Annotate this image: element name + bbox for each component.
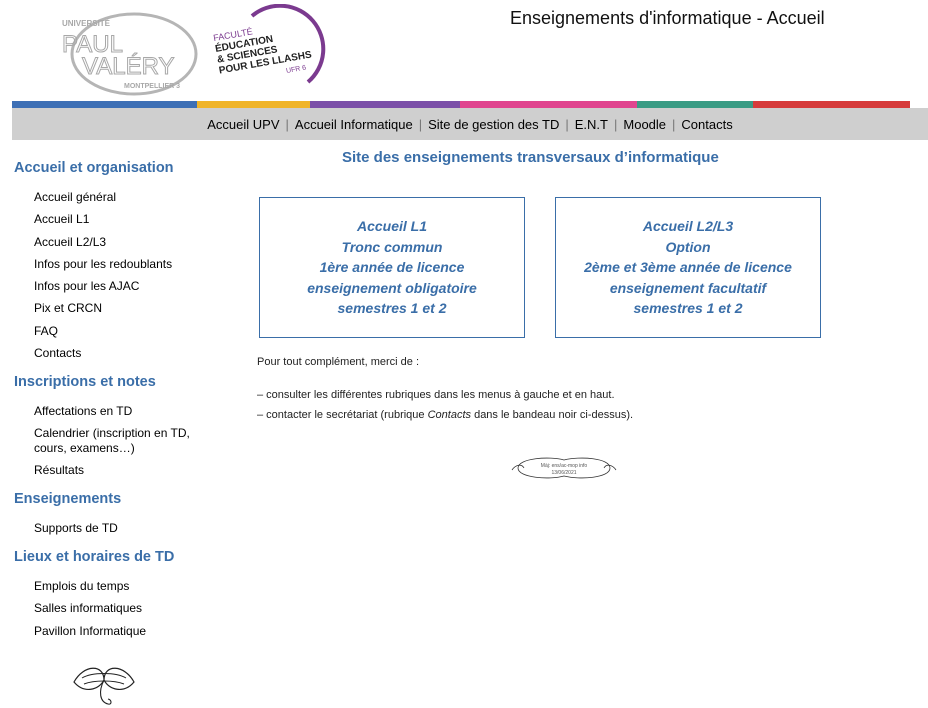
card-accueil-l1[interactable]: Accueil L1 Tronc commun 1ère année de li… [259, 197, 525, 338]
sidebar-item-affectations[interactable]: Affectations en TD [14, 404, 199, 419]
card-line: 2ème et 3ème année de licence [584, 259, 792, 276]
sidebar-item-resultats[interactable]: Résultats [14, 463, 199, 478]
ornament-icon [73, 667, 135, 705]
main-heading: Site des enseignements transversaux d’in… [342, 149, 719, 166]
card-line: semestres 1 et 2 [337, 300, 447, 317]
sidebar-item-ajac[interactable]: Infos pour les AJAC [14, 279, 199, 294]
nav-moodle[interactable]: Moodle [617, 117, 672, 132]
upv-logo: UNIVERSITÉ PAUL VALÉRY MONTPELLIER 3 [62, 12, 198, 96]
faculty-logo: FACULTÉ ÉDUCATION & SCIENCES POUR LES LL… [212, 4, 326, 84]
nav-contacts[interactable]: Contacts [675, 117, 738, 132]
card-line: Tronc commun [341, 238, 443, 255]
color-band-segment [197, 101, 310, 108]
stamp-line1: Màj: ens/ac-mop info [541, 463, 588, 469]
info-line-text: dans le bandeau noir ci-dessus). [471, 409, 634, 421]
top-nav: Accueil UPV | Accueil Informatique | Sit… [12, 108, 928, 140]
card-line: Accueil L1 [356, 218, 428, 235]
upv-logo-line3: VALÉRY [82, 53, 175, 80]
intro-text: Pour tout complément, merci de : [257, 356, 420, 368]
upv-logo-line1: UNIVERSITÉ [62, 19, 111, 28]
card-line: enseignement facultatif [609, 279, 767, 296]
sidebar-list: Affectations en TD Calendrier (inscripti… [14, 404, 199, 478]
update-stamp: Màj: ens/ac-mop info 13/06/2021 [511, 457, 617, 479]
color-band-segment [753, 101, 910, 108]
info-line-secretariat: – contacter le secrétariat (rubrique Con… [257, 409, 633, 421]
sidebar-section-title: Inscriptions et notes [14, 374, 156, 391]
card-line: 1ère année de licence [319, 259, 465, 276]
info-line-text: – contacter le secrétariat (rubrique [257, 409, 428, 421]
color-band-segment [637, 101, 753, 108]
stamp-line2: 13/06/2021 [551, 470, 576, 476]
sidebar-item-calendrier[interactable]: Calendrier (inscription en TD, cours, ex… [14, 426, 199, 456]
page-title: Enseignements d'informatique - Accueil [510, 8, 825, 28]
sidebar-item-salles[interactable]: Salles informatiques [14, 601, 199, 616]
sidebar-item-faq[interactable]: FAQ [14, 324, 199, 339]
sidebar-item-supports-td[interactable]: Supports de TD [14, 521, 199, 536]
sidebar-list: Accueil général Accueil L1 Accueil L2/L3… [14, 190, 199, 361]
faculty-logo-line5: UFR 6 [286, 65, 307, 75]
card-line: Option [665, 238, 711, 255]
card-line: Accueil L2/L3 [642, 218, 734, 235]
sidebar-item-accueil-l1[interactable]: Accueil L1 [14, 212, 199, 227]
card-line: semestres 1 et 2 [633, 300, 743, 317]
nav-accueil-upv[interactable]: Accueil UPV [201, 117, 285, 132]
sidebar-section-title: Lieux et horaires de TD [14, 549, 175, 566]
info-line-menus: – consulter les différentes rubriques da… [257, 389, 615, 401]
sidebar-list: Emplois du temps Salles informatiques Pa… [14, 579, 199, 639]
sidebar-item-contacts[interactable]: Contacts [14, 346, 199, 361]
card-line: enseignement obligatoire [307, 279, 477, 296]
sidebar-item-pix-crcn[interactable]: Pix et CRCN [14, 301, 199, 316]
upv-logo-line4: MONTPELLIER 3 [124, 83, 180, 90]
sidebar-item-redoublants[interactable]: Infos pour les redoublants [14, 257, 199, 272]
sidebar-item-accueil-l2l3[interactable]: Accueil L2/L3 [14, 235, 199, 250]
sidebar-section-title: Enseignements [14, 491, 122, 508]
card-accueil-l2l3[interactable]: Accueil L2/L3 Option 2ème et 3ème année … [555, 197, 821, 338]
sidebar-list: Supports de TD [14, 521, 199, 536]
color-band-segment [310, 101, 460, 108]
color-band-segment [12, 101, 197, 108]
nav-ent[interactable]: E.N.T [569, 117, 614, 132]
sidebar-item-pavillon[interactable]: Pavillon Informatique [14, 624, 199, 639]
contacts-emphasis: Contacts [427, 409, 472, 421]
sidebar: Accueil et organisation Accueil général … [14, 160, 199, 639]
color-band-segment [460, 101, 637, 108]
nav-accueil-informatique[interactable]: Accueil Informatique [289, 117, 419, 132]
sidebar-section-title: Accueil et organisation [14, 160, 174, 176]
sidebar-item-accueil-general[interactable]: Accueil général [14, 190, 199, 205]
nav-gestion-td[interactable]: Site de gestion des TD [422, 117, 565, 132]
sidebar-item-emplois-du-temps[interactable]: Emplois du temps [14, 579, 199, 594]
